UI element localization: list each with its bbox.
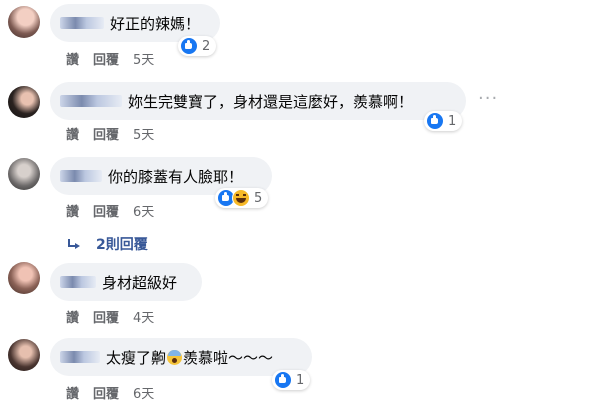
comment-text: 好正的辣媽！ [110, 14, 201, 33]
reply-button[interactable]: 回覆 [93, 49, 119, 68]
timestamp[interactable]: 5天 [133, 124, 154, 143]
comment-text-part: 太瘦了齁 [106, 348, 167, 367]
view-replies-link[interactable]: 2則回覆 [68, 234, 148, 254]
reaction-summary[interactable]: 1 [272, 370, 311, 390]
timestamp[interactable]: 6天 [133, 383, 154, 402]
reply-arrow-icon [68, 239, 80, 249]
avatar[interactable] [8, 262, 40, 294]
comment-bubble: 太瘦了齁 羨慕啦～～～ [50, 338, 312, 376]
timestamp[interactable]: 4天 [133, 307, 154, 326]
like-button[interactable]: 讚 [66, 124, 79, 143]
comment-text: 你的膝蓋有人臉耶！ [108, 167, 244, 186]
commenter-name[interactable] [60, 351, 100, 363]
avatar[interactable] [8, 339, 40, 371]
reaction-count: 2 [202, 38, 211, 54]
commenter-name[interactable] [60, 170, 102, 182]
comment-text: 身材超級好 [102, 273, 178, 292]
comment-actions: 讚 回覆 5天 [66, 49, 168, 68]
comment-bubble: 身材超級好 [50, 263, 202, 301]
scream-emoji-icon [167, 349, 183, 365]
comment-actions: 讚 回覆 4天 [66, 307, 168, 326]
more-options-icon[interactable]: ··· [478, 88, 498, 109]
reaction-summary[interactable]: 2 [178, 36, 217, 56]
replies-count-label: 2則回覆 [96, 237, 148, 253]
reply-button[interactable]: 回覆 [93, 124, 119, 143]
commenter-name[interactable] [60, 17, 104, 29]
like-icon [180, 37, 198, 55]
avatar[interactable] [8, 6, 40, 38]
comment-text: 太瘦了齁 羨慕啦～～～ [106, 347, 273, 368]
avatar[interactable] [8, 86, 40, 118]
timestamp[interactable]: 5天 [133, 49, 154, 68]
haha-icon [232, 189, 250, 207]
reaction-count: 5 [254, 190, 263, 206]
reply-button[interactable]: 回覆 [93, 201, 119, 220]
like-button[interactable]: 讚 [66, 201, 79, 220]
like-icon [426, 112, 444, 130]
timestamp[interactable]: 6天 [133, 201, 154, 220]
comment-text-part: 羨慕啦～～～ [183, 348, 274, 367]
comment-actions: 讚 回覆 5天 [66, 124, 168, 143]
commenter-name[interactable] [60, 276, 96, 288]
reaction-count: 1 [296, 372, 305, 388]
avatar[interactable] [8, 158, 40, 190]
reaction-count: 1 [448, 113, 457, 129]
comment-actions: 讚 回覆 6天 [66, 201, 168, 220]
comment-actions: 讚 回覆 6天 [66, 383, 168, 402]
reaction-summary[interactable]: 5 [215, 188, 269, 208]
reaction-summary[interactable]: 1 [424, 111, 463, 131]
reply-button[interactable]: 回覆 [93, 307, 119, 326]
like-button[interactable]: 讚 [66, 383, 79, 402]
comment-text: 妳生完雙寶了，身材還是這麼好，羨慕啊！ [128, 92, 414, 111]
like-button[interactable]: 讚 [66, 49, 79, 68]
reply-button[interactable]: 回覆 [93, 383, 119, 402]
like-icon [274, 371, 292, 389]
like-button[interactable]: 讚 [66, 307, 79, 326]
commenter-name[interactable] [60, 95, 122, 107]
comment-bubble: 妳生完雙寶了，身材還是這麼好，羨慕啊！ [50, 82, 466, 120]
